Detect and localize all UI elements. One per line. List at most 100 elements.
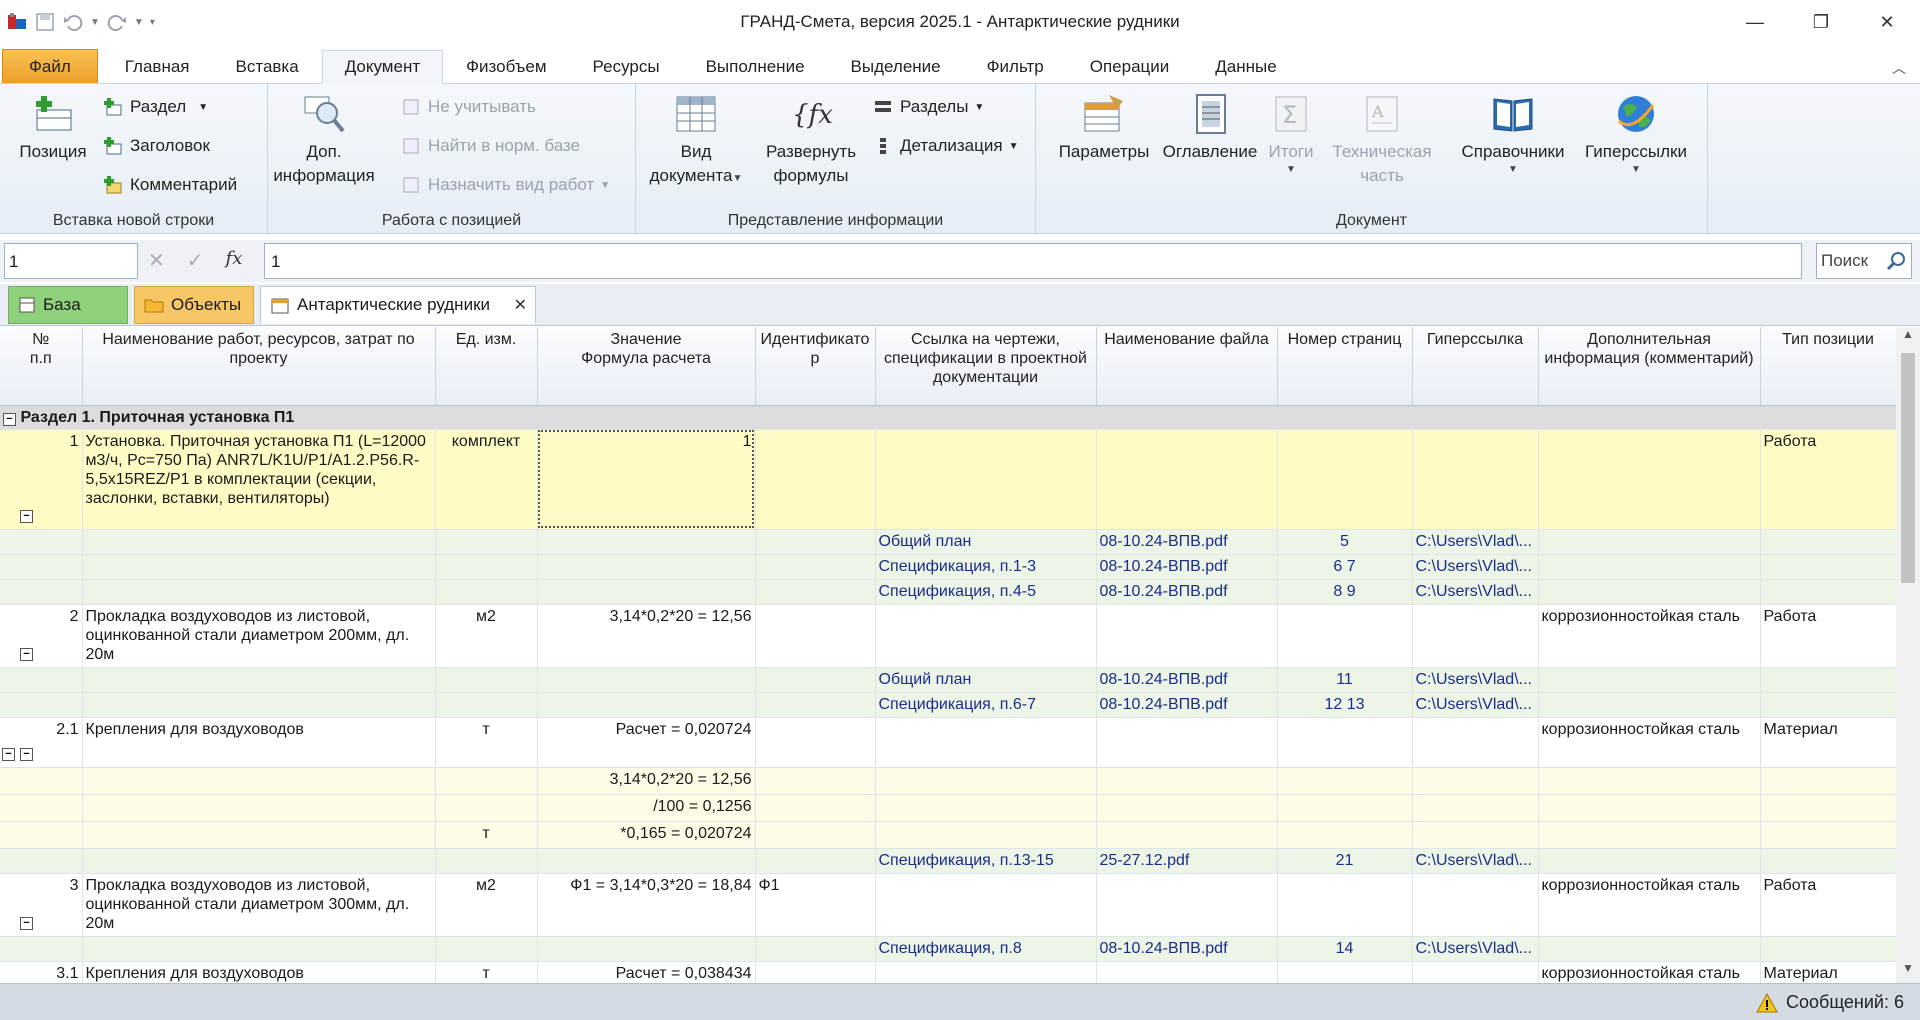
link-file[interactable]: 08-10.24-ВПВ.pdf (1096, 692, 1278, 718)
params-button[interactable]: Параметры (1046, 90, 1162, 164)
app-icon[interactable] (6, 11, 28, 33)
formula-value[interactable]: *0,165 = 0,020724 (537, 821, 756, 849)
tab-resources[interactable]: Ресурсы (570, 49, 683, 83)
totals-button[interactable]: Σ Итоги ▼ (1256, 90, 1326, 176)
link-row[interactable]: Спецификация, п.8 08-10.24-ВПВ.pdf 14 C:\Us… (0, 936, 1896, 962)
col-header-unit[interactable]: Ед. изм. (435, 327, 538, 406)
tab-home[interactable]: Главная (102, 49, 213, 83)
row-unit[interactable]: т (435, 961, 538, 983)
row-ident[interactable]: Ф1 (755, 873, 876, 937)
formula-input[interactable]: 1 (264, 243, 1802, 279)
position-button[interactable]: Позиция (10, 90, 96, 164)
formula-row[interactable]: т *0,165 = 0,020724 (0, 821, 1896, 849)
link-row[interactable]: Спецификация, п.1-3 08-10.24-ВПВ.pdf 6 7 C:… (0, 554, 1896, 580)
row-unit[interactable]: т (435, 717, 538, 768)
link-href[interactable]: C:\Users\Vlad\... (1412, 529, 1539, 555)
row-type[interactable]: Материал (1760, 961, 1896, 983)
link-pages[interactable]: 11 (1277, 667, 1413, 693)
tab-physvolume[interactable]: Физобъем (443, 49, 569, 83)
not-count-button[interactable]: Не учитывать (400, 94, 536, 120)
row-name[interactable]: Крепления для воздуховодов (82, 961, 436, 983)
vertical-scrollbar[interactable]: ▲ ▼ (1896, 327, 1920, 983)
row-type[interactable]: Работа (1760, 429, 1896, 530)
row-comment[interactable]: коррозионностойкая сталь (1538, 604, 1761, 668)
row-comment[interactable]: коррозионностойкая сталь (1538, 873, 1761, 937)
link-file[interactable]: 08-10.24-ВПВ.pdf (1096, 667, 1278, 693)
row-value[interactable]: Расчет = 0,020724 (537, 717, 756, 768)
col-header-value[interactable]: Значение Формула расчета (537, 327, 756, 406)
collapse-formula-icon[interactable]: − (20, 747, 33, 761)
formula-value[interactable]: /100 = 0,1256 (537, 794, 756, 822)
tab-base[interactable]: База (8, 286, 128, 324)
row-name[interactable]: Крепления для воздуховодов (82, 717, 436, 768)
col-header-position-type[interactable]: Тип позиции (1760, 327, 1896, 406)
link-pages[interactable]: 21 (1277, 848, 1413, 874)
tab-document[interactable]: Документ (321, 50, 444, 84)
tab-selection[interactable]: Выделение (828, 49, 964, 83)
link-pages[interactable]: 5 (1277, 529, 1413, 555)
find-norm-button[interactable]: Найти в норм. базе (400, 133, 580, 159)
col-header-drawing-link[interactable]: Ссылка на чертежи, спецификации в проект… (875, 327, 1097, 406)
link-row[interactable]: Спецификация, п.13-15 25-27.12.pdf 21 C:\Us… (0, 848, 1896, 874)
link-pages[interactable]: 14 (1277, 936, 1413, 962)
collapse-row-icon[interactable]: − (2, 747, 15, 761)
link-href[interactable]: C:\Users\Vlad\... (1412, 936, 1539, 962)
sections-button[interactable]: Разделы ▼ (872, 94, 984, 120)
row-unit[interactable]: м2 (435, 604, 538, 668)
undo-icon[interactable] (62, 11, 84, 33)
scroll-thumb[interactable] (1901, 353, 1915, 583)
close-icon[interactable]: ✕ (1854, 0, 1920, 44)
link-file[interactable]: 08-10.24-ВПВ.pdf (1096, 529, 1278, 555)
link-ref[interactable]: Спецификация, п.6-7 (875, 692, 1097, 718)
references-button[interactable]: Справочники ▼ (1456, 90, 1570, 176)
link-href[interactable]: C:\Users\Vlad\... (1412, 848, 1539, 874)
row-pages[interactable] (1277, 429, 1413, 530)
link-row[interactable]: Общий план 08-10.24-ВПВ.pdf 5 C:\Users\Vlad… (0, 529, 1896, 555)
row-ident[interactable] (755, 429, 876, 530)
header-button[interactable]: Заголовок (102, 133, 210, 159)
row-comment[interactable]: коррозионностойкая сталь (1538, 961, 1761, 983)
row-unit[interactable]: м2 (435, 873, 538, 937)
close-tab-icon[interactable]: ✕ (514, 295, 527, 315)
link-file[interactable]: 08-10.24-ВПВ.pdf (1096, 579, 1278, 605)
row-unit[interactable]: комплект (435, 429, 538, 530)
cancel-icon[interactable]: ✕ (148, 248, 165, 273)
tab-document-antarctic[interactable]: Антарктические рудники ✕ (260, 286, 536, 324)
col-header-file-name[interactable]: Наименование файла (1096, 327, 1278, 406)
col-header-name[interactable]: Наименование работ, ресурсов, затрат по … (82, 327, 436, 406)
row-value[interactable]: 3,14*0,2*20 = 12,56 (537, 604, 756, 668)
link-ref[interactable]: Общий план (875, 529, 1097, 555)
assign-work-button[interactable]: Назначить вид работ ▼ (400, 172, 610, 198)
row-comment[interactable] (1538, 429, 1761, 530)
col-header-comment[interactable]: Дополнительная информация (комментарий) (1538, 327, 1761, 406)
scroll-up-icon[interactable]: ▲ (1896, 327, 1920, 349)
detail-button[interactable]: Детализация ▼ (872, 133, 1018, 159)
row-comment[interactable]: коррозионностойкая сталь (1538, 717, 1761, 768)
row-value-selected[interactable]: 1 (537, 429, 756, 530)
tab-filter[interactable]: Фильтр (964, 49, 1067, 83)
toc-button[interactable]: Оглавление (1158, 90, 1262, 164)
collapse-ribbon-icon[interactable]: ︿ (1892, 58, 1906, 78)
doc-view-button[interactable]: Вид документа▼ (646, 90, 746, 188)
customize-qat-icon[interactable]: ▾ (150, 17, 155, 28)
link-file[interactable]: 08-10.24-ВПВ.pdf (1096, 936, 1278, 962)
link-ref[interactable]: Спецификация, п.8 (875, 936, 1097, 962)
table-row[interactable]: 2− Прокладка воздуховодов из листовой, о… (0, 604, 1896, 668)
undo-dropdown-icon[interactable]: ▼ (90, 17, 100, 28)
tab-objects[interactable]: Объекты (134, 286, 254, 324)
table-row[interactable]: 3− Прокладка воздуховодов из листовой, о… (0, 873, 1896, 937)
search-field[interactable]: Поиск (1816, 243, 1912, 279)
row-link[interactable] (875, 429, 1097, 530)
row-type[interactable]: Материал (1760, 717, 1896, 768)
tab-insert[interactable]: Вставка (213, 49, 322, 83)
link-pages[interactable]: 12 13 (1277, 692, 1413, 718)
table-row[interactable]: 1− Установка. Приточная установка П1 (L=… (0, 429, 1896, 530)
link-row[interactable]: Спецификация, п.4-5 08-10.24-ВПВ.pdf 8 9 C:… (0, 579, 1896, 605)
table-row[interactable]: 3.1 Крепления для воздуховодов т Расчет … (0, 961, 1896, 983)
col-header-page-numbers[interactable]: Номер страниц (1277, 327, 1413, 406)
save-icon[interactable] (34, 11, 56, 33)
row-type[interactable]: Работа (1760, 873, 1896, 937)
formula-row[interactable]: 3,14*0,2*20 = 12,56 (0, 767, 1896, 795)
collapse-row-icon[interactable]: − (20, 647, 33, 661)
col-header-num[interactable]: № п.п (0, 327, 83, 406)
